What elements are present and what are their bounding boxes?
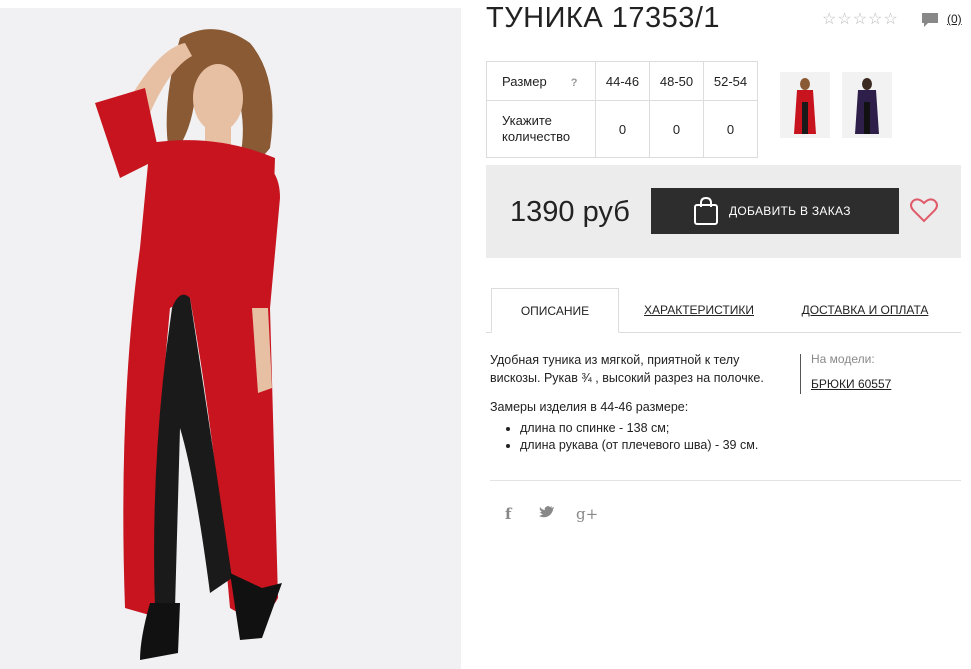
model-illustration: [95, 29, 282, 660]
quantity-input[interactable]: 0: [703, 100, 758, 158]
quantity-input[interactable]: 0: [649, 100, 704, 158]
comment-icon[interactable]: [921, 12, 939, 33]
divider: [490, 480, 961, 481]
size-row: Размер? 44-46 48-50 52-54: [486, 61, 758, 101]
measurements-title: Замеры изделия в 44-46 размере:: [490, 400, 689, 414]
purchase-panel: 1390 руб ДОБАВИТЬ В ЗАКАЗ: [486, 165, 961, 258]
facebook-icon[interactable]: f: [505, 505, 511, 523]
product-title: ТУНИКА 17353/1: [486, 2, 721, 34]
size-quantity-table: Размер? 44-46 48-50 52-54 Укажите количе…: [486, 61, 758, 158]
size-cell: 48-50: [649, 61, 704, 101]
rating-stars[interactable]: ☆☆☆☆☆: [822, 9, 899, 29]
product-tabs: ОПИСАНИЕ ХАРАКТЕРИСТИКИ ДОСТАВКА И ОПЛАТ…: [486, 288, 961, 333]
on-model-label: На модели:: [811, 352, 875, 366]
size-cell: 44-46: [595, 61, 650, 101]
shopping-bag-icon: [693, 197, 719, 225]
quantity-row: Укажите количество 0 0 0: [486, 100, 758, 158]
heart-icon[interactable]: [910, 197, 938, 228]
size-label: Размер: [502, 73, 547, 89]
on-model-link[interactable]: БРЮКИ 60557: [811, 377, 891, 391]
price: 1390 руб: [510, 196, 630, 228]
twitter-icon[interactable]: [539, 505, 555, 523]
size-help-icon[interactable]: ?: [571, 77, 578, 89]
list-item: длина по спинке - 138 см;: [520, 420, 758, 437]
divider: [800, 354, 801, 394]
description-text: Удобная туника из мягкой, приятной к тел…: [490, 353, 764, 385]
quantity-label-line2: количество: [502, 129, 571, 144]
add-to-order-label: ДОБАВИТЬ В ЗАКАЗ: [729, 204, 851, 218]
tab-description[interactable]: ОПИСАНИЕ: [491, 288, 619, 333]
comment-count-link[interactable]: (0): [947, 12, 962, 26]
thumbnail-purple[interactable]: [842, 72, 892, 138]
add-to-order-button[interactable]: ДОБАВИТЬ В ЗАКАЗ: [651, 188, 899, 234]
size-cell: 52-54: [703, 61, 758, 101]
thumbnail-red[interactable]: [780, 72, 830, 138]
product-main-photo[interactable]: [0, 8, 461, 669]
quantity-label-line1: Укажите: [502, 113, 552, 128]
tab-delivery-payment[interactable]: ДОСТАВКА И ОПЛАТА: [796, 288, 934, 332]
tab-characteristics[interactable]: ХАРАКТЕРИСТИКИ: [636, 288, 762, 332]
quantity-input[interactable]: 0: [595, 100, 650, 158]
measurements-list: длина по спинке - 138 см; длина рукава (…: [490, 420, 758, 454]
size-label-cell: Размер?: [486, 61, 596, 101]
quantity-label-cell: Укажите количество: [486, 100, 596, 158]
google-plus-icon[interactable]: g+: [576, 505, 598, 523]
list-item: длина рукава (от плечевого шва) - 39 см.: [520, 437, 758, 454]
